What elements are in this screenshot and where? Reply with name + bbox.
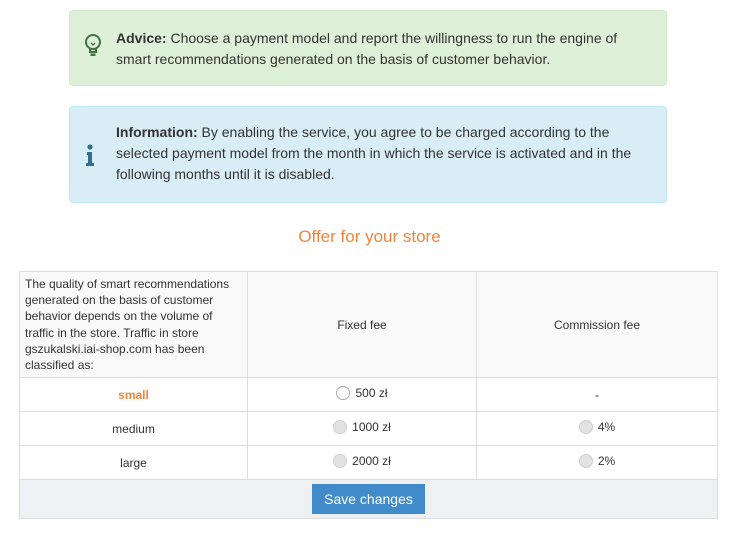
advice-text: Advice: Choose a payment model and repor… <box>116 28 648 70</box>
information-alert: Information: By enabling the service, yo… <box>69 106 667 203</box>
tier-medium: medium <box>19 411 248 447</box>
fixed-fee-option-medium: 1000 zł <box>333 420 391 435</box>
save-button[interactable]: Save changes <box>312 484 425 515</box>
fixed-fee-value: 500 zł <box>355 386 388 401</box>
tier-small: small <box>19 377 248 413</box>
fixed-fee-value: 1000 zł <box>352 420 391 435</box>
save-cell: Save changes <box>19 479 718 520</box>
table-row: large 2000 zł 2% <box>19 445 718 481</box>
fixed-fee-option-large: 2000 zł <box>333 454 391 469</box>
offer-table: The quality of smart recommendations gen… <box>19 270 718 520</box>
commission-fee-header: Commission fee <box>476 270 718 379</box>
commission-fee-radio-medium <box>578 420 593 435</box>
advice-message: Choose a payment model and report the wi… <box>116 30 618 67</box>
fixed-fee-header: Fixed fee <box>247 270 477 379</box>
commission-fee-cell: 4% <box>476 411 718 447</box>
table-row: medium 1000 zł 4% <box>19 411 718 447</box>
commission-fee-value: 4% <box>597 420 616 435</box>
fixed-fee-radio-medium <box>333 420 348 435</box>
information-label: Information: <box>116 124 198 140</box>
fixed-fee-cell: 500 zł <box>247 377 477 413</box>
fixed-fee-cell: 1000 zł <box>247 411 477 447</box>
table-header-row: The quality of smart recommendations gen… <box>19 270 718 379</box>
commission-fee-value: 2% <box>597 454 616 469</box>
fixed-fee-option-small[interactable]: 500 zł <box>336 386 388 401</box>
table-row: small 500 zł - <box>19 377 718 413</box>
fixed-fee-cell: 2000 zł <box>247 445 477 481</box>
lightbulb-icon <box>82 33 104 59</box>
traffic-description: The quality of smart recommendations gen… <box>19 270 248 379</box>
info-icon <box>82 143 104 169</box>
commission-fee-radio-large <box>578 454 593 469</box>
fixed-fee-value: 2000 zł <box>352 454 391 469</box>
fixed-fee-radio-large <box>333 454 348 469</box>
commission-fee-cell: 2% <box>476 445 718 481</box>
tier-large: large <box>19 445 248 481</box>
fixed-fee-radio-small[interactable] <box>336 386 351 401</box>
advice-alert: Advice: Choose a payment model and repor… <box>69 10 667 86</box>
table-footer-row: Save changes <box>19 479 718 520</box>
commission-fee-option-medium: 4% <box>578 420 616 435</box>
information-text: Information: By enabling the service, yo… <box>116 122 648 185</box>
commission-fee-value: - <box>476 377 718 413</box>
offer-heading: Offer for your store <box>298 227 441 246</box>
advice-label: Advice: <box>116 30 167 46</box>
commission-fee-option-large: 2% <box>578 454 616 469</box>
